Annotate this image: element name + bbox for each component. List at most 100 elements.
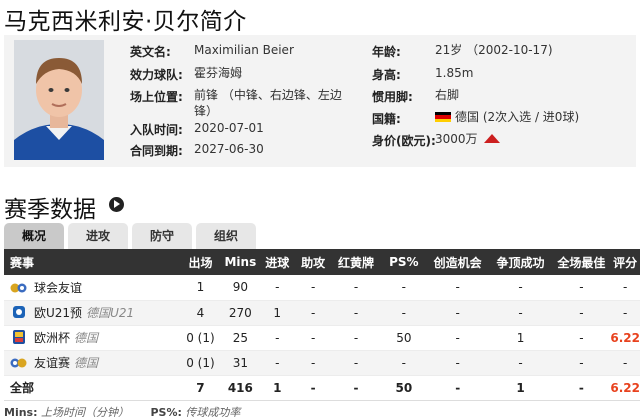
aerials-cell: - [488, 275, 553, 301]
preferred-foot-value: 右脚 [435, 88, 460, 102]
germany-flag-icon [435, 112, 451, 122]
col-rating[interactable]: 评分 [610, 249, 640, 275]
mins-cell: 25 [221, 325, 260, 351]
preferred-foot-label: 惯用脚: [372, 90, 413, 104]
market-value-label: 身价(欧元): [372, 134, 436, 148]
total-mins-cell: 416 [221, 375, 260, 401]
col-cards[interactable]: 红黄牌 [331, 249, 381, 275]
pass-pct-cell: 50 [380, 325, 427, 351]
col-pass-pct[interactable]: PS% [380, 249, 427, 275]
rating-cell: - [610, 350, 640, 376]
competition-cell: 球会友谊 [4, 275, 180, 301]
cards-cell: - [331, 325, 381, 351]
col-assists[interactable]: 助攻 [295, 249, 332, 275]
goals-cell: - [259, 275, 296, 301]
cards-cell: - [331, 350, 381, 376]
chances-cell: - [426, 350, 489, 376]
assists-cell: - [295, 275, 332, 301]
col-apps[interactable]: 出场 [179, 249, 222, 275]
player-photo [14, 40, 104, 160]
goals-cell: - [259, 325, 296, 351]
profile-card: 英文名: Maximilian Beier 效力球队: 霍芬海姆 场上位置: 前… [4, 35, 636, 167]
col-goals[interactable]: 进球 [259, 249, 296, 275]
stats-tabs: 概况 进攻 防守 组织 [4, 223, 260, 249]
competition-name[interactable]: 球会友谊 [34, 281, 82, 295]
rating-cell: 6.22 [610, 325, 640, 351]
total-pass-pct-cell: 50 [380, 375, 427, 401]
total-row: 全部 7 416 1- -50-1-6.22 [4, 375, 640, 401]
competition-name[interactable]: 欧U21预 [34, 306, 82, 320]
mins-cell: 90 [221, 275, 260, 301]
english-name-label: 英文名: [130, 45, 171, 59]
rating-cell: - [610, 300, 640, 326]
age-value: 21岁 （2002-10-17) [435, 43, 553, 57]
euro-cup-icon [10, 330, 28, 344]
col-competition[interactable]: 赛事 [4, 249, 180, 275]
age-label: 年龄: [372, 45, 401, 59]
tab-defense[interactable]: 防守 [132, 223, 192, 249]
col-mins[interactable]: Mins [221, 249, 260, 275]
goals-cell: 1 [259, 300, 296, 326]
footnote-mins: Mins: 上场时间（分钟） [4, 406, 129, 419]
table-row: 球会友谊 1 90- - - - - - - - [4, 275, 640, 301]
arrow-right-circle-icon[interactable] [109, 197, 124, 212]
footnote-text: 上场时间（分钟） [41, 406, 129, 419]
chances-cell: - [426, 325, 489, 351]
rating-cell: - [610, 275, 640, 301]
motm-cell: - [552, 350, 611, 376]
aerials-cell: - [488, 350, 553, 376]
tab-organize[interactable]: 组织 [196, 223, 256, 249]
height-label: 身高: [372, 68, 401, 82]
u21-euro-icon [10, 305, 28, 318]
competition-cell: 友谊赛 德国 [4, 350, 180, 376]
assists-cell: - [295, 325, 332, 351]
col-chances[interactable]: 创造机会 [426, 249, 489, 275]
friendly-intl-icon [10, 357, 28, 369]
footnote-ps: PS%: 传球成功率 [151, 406, 241, 419]
club-value: 霍芬海姆 [194, 66, 243, 80]
join-date-value: 2020-07-01 [194, 121, 264, 135]
cards-cell: - [331, 275, 381, 301]
motm-cell: - [552, 325, 611, 351]
competition-name[interactable]: 欧洲杯 [34, 331, 70, 345]
motm-cell: - [552, 300, 611, 326]
competition-team: 德国 [74, 331, 99, 345]
total-apps-cell: 7 [179, 375, 222, 401]
chances-cell: - [426, 275, 489, 301]
footnote-key: Mins: [4, 406, 38, 419]
apps-cell: 0 (1) [179, 350, 222, 376]
flag-stripe [435, 118, 451, 122]
table-row: 欧U21预 德国U21 4 270 1- - - - - - - [4, 300, 640, 326]
aerials-cell: 1 [488, 325, 553, 351]
tab-overview[interactable]: 概况 [4, 223, 64, 249]
tab-attack[interactable]: 进攻 [68, 223, 128, 249]
competition-team: 德国 [74, 356, 99, 370]
nationality-value: 德国 (2次入选 / 进0球) [435, 109, 579, 125]
nationality-text: 德国 (2次入选 / 进0球) [455, 110, 580, 124]
total-assists-cell: - [295, 375, 332, 401]
contract-expiry-label: 合同到期: [130, 144, 183, 158]
assists-cell: - [295, 300, 332, 326]
table-row: 欧洲杯 德国 0 (1) 25- - -50-1-6.22 [4, 325, 640, 351]
table-header: 赛事 出场 Mins 进球 助攻 红黄牌 PS% 创造机会 争顶成功 全场最佳 … [4, 249, 640, 275]
footnote-key: PS%: [150, 406, 182, 419]
col-motm[interactable]: 全场最佳 [552, 249, 611, 275]
total-rating-cell: 6.22 [610, 375, 640, 401]
total-cards-cell: - [331, 375, 381, 401]
season-stats-title: 赛季数据 [4, 197, 96, 223]
join-date-label: 入队时间: [130, 123, 183, 137]
apps-cell: 1 [179, 275, 222, 301]
cards-cell: - [331, 300, 381, 326]
total-chances-cell: - [426, 375, 489, 401]
footnote-text: 传球成功率 [185, 406, 241, 419]
height-value: 1.85m [435, 66, 474, 80]
col-aerials[interactable]: 争顶成功 [488, 249, 553, 275]
apps-cell: 4 [179, 300, 222, 326]
competition-name[interactable]: 友谊赛 [34, 356, 70, 370]
footnotes: Mins: 上场时间（分钟） PS%: 传球成功率 [4, 404, 258, 420]
nationality-label: 国籍: [372, 112, 401, 126]
english-name-value: Maximilian Beier [194, 43, 294, 57]
competition-cell: 欧U21预 德国U21 [4, 300, 180, 326]
total-aerials-cell: 1 [488, 375, 553, 401]
total-label: 全部 [4, 375, 180, 401]
